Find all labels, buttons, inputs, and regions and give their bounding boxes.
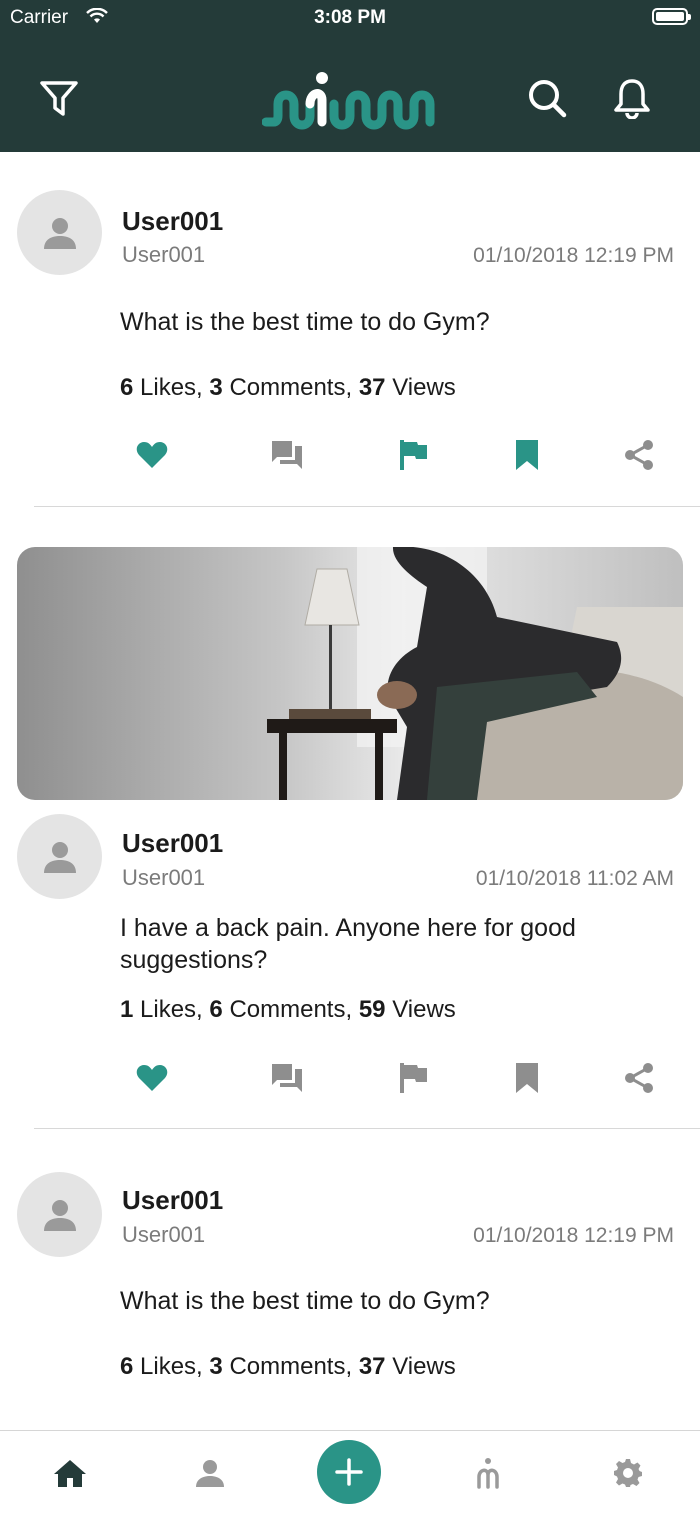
comment-icon[interactable] xyxy=(267,1058,307,1098)
views-count: 59 xyxy=(358,996,386,1023)
filter-icon[interactable] xyxy=(37,76,81,120)
bookmark-icon[interactable] xyxy=(507,435,547,475)
status-bar: Carrier 3:08 PM xyxy=(0,0,700,40)
comments-count: 6 xyxy=(209,996,223,1023)
settings-icon[interactable] xyxy=(608,1453,648,1493)
person-icon xyxy=(43,217,76,249)
likes-label: Likes, xyxy=(140,374,203,401)
app-logo xyxy=(261,70,438,130)
like-heart-icon[interactable] xyxy=(132,1058,172,1098)
likes-count: 1 xyxy=(120,996,134,1023)
comments-label: Comments, xyxy=(229,996,353,1023)
bell-icon[interactable] xyxy=(610,76,654,120)
man-sitting-on-bed-photo[interactable] xyxy=(17,547,683,800)
post-timestamp: 01/10/2018 12:19 PM xyxy=(473,244,674,267)
bookmark-icon[interactable] xyxy=(507,1058,547,1098)
post-author-name[interactable]: User001 xyxy=(122,206,223,237)
post-stats: 6 Likes, 3 Comments, 37 Views xyxy=(120,1353,456,1381)
views-label: Views xyxy=(392,1353,456,1380)
profile-icon[interactable] xyxy=(190,1453,230,1493)
post-author-handle: User001 xyxy=(122,1222,206,1247)
status-time: 3:08 PM xyxy=(314,7,386,28)
likes-label: Likes, xyxy=(140,1353,203,1380)
post-actions xyxy=(0,1058,700,1098)
battery-icon xyxy=(652,8,691,25)
post-timestamp: 01/10/2018 11:02 AM xyxy=(475,867,674,890)
comment-icon[interactable] xyxy=(267,435,307,475)
flag-icon[interactable] xyxy=(394,1058,434,1098)
activity-icon[interactable] xyxy=(468,1453,508,1493)
post-timestamp: 01/10/2018 12:19 PM xyxy=(473,1224,674,1247)
post-stats: 6 Likes, 3 Comments, 37 Views xyxy=(120,374,456,402)
avatar[interactable] xyxy=(17,1172,102,1257)
person-icon xyxy=(43,1199,76,1231)
flag-icon[interactable] xyxy=(394,435,434,475)
post-author-handle: User001 xyxy=(122,242,206,267)
share-icon[interactable] xyxy=(619,1058,659,1098)
comments-label: Comments, xyxy=(229,1353,353,1380)
share-icon[interactable] xyxy=(619,435,659,475)
comments-count: 3 xyxy=(209,1353,223,1380)
views-count: 37 xyxy=(358,1353,386,1380)
post-question[interactable]: What is the best time to do Gym? xyxy=(120,306,640,338)
likes-count: 6 xyxy=(120,1353,134,1380)
person-icon xyxy=(43,841,76,873)
like-heart-icon[interactable] xyxy=(132,435,172,475)
post-stats: 1 Likes, 6 Comments, 59 Views xyxy=(120,996,456,1024)
post-author-name[interactable]: User001 xyxy=(122,1185,223,1216)
divider xyxy=(34,506,700,507)
app-header: Carrier 3:08 PM xyxy=(0,0,700,152)
post-author-handle: User001 xyxy=(122,865,206,890)
views-label: Views xyxy=(392,374,456,401)
views-label: Views xyxy=(392,996,456,1023)
add-icon xyxy=(335,1458,363,1486)
avatar[interactable] xyxy=(17,814,102,899)
divider xyxy=(34,1128,700,1129)
home-icon[interactable] xyxy=(50,1453,90,1493)
post-question[interactable]: I have a back pain. Anyone here for good… xyxy=(120,912,640,976)
comments-label: Comments, xyxy=(229,374,353,401)
search-icon[interactable] xyxy=(525,76,569,120)
post-actions xyxy=(0,435,700,475)
add-post-button[interactable] xyxy=(317,1440,381,1504)
post-author-name[interactable]: User001 xyxy=(122,828,223,859)
likes-count: 6 xyxy=(120,374,134,401)
likes-label: Likes, xyxy=(140,996,203,1023)
comments-count: 3 xyxy=(209,374,223,401)
avatar[interactable] xyxy=(17,190,102,275)
views-count: 37 xyxy=(358,374,386,401)
post-question[interactable]: What is the best time to do Gym? xyxy=(120,1285,640,1317)
